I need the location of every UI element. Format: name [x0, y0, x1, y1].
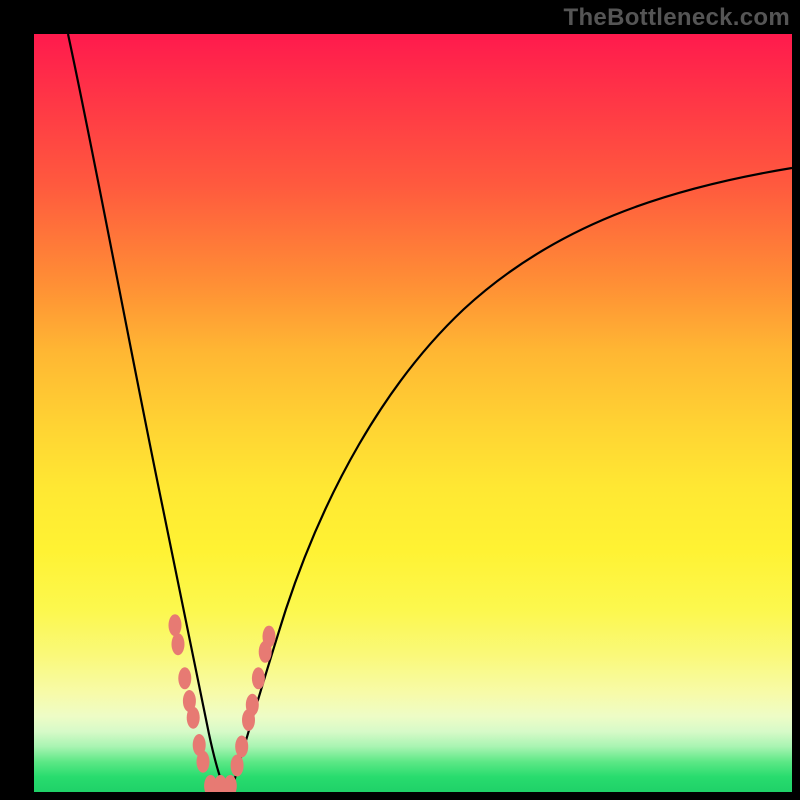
left-branch-curve	[68, 34, 226, 792]
data-marker	[252, 667, 265, 689]
chart-frame: TheBottleneck.com	[0, 0, 800, 800]
data-marker	[187, 707, 200, 729]
marker-group	[169, 614, 276, 792]
data-marker	[246, 694, 259, 716]
data-marker	[197, 751, 210, 773]
plot-area	[34, 34, 792, 792]
data-marker	[178, 667, 191, 689]
data-marker	[263, 626, 276, 648]
watermark-text: TheBottleneck.com	[564, 4, 790, 32]
data-marker	[172, 633, 185, 655]
right-branch-curve	[231, 168, 792, 792]
data-marker	[235, 736, 248, 758]
curve-layer	[34, 34, 792, 792]
data-marker	[169, 614, 182, 636]
data-marker	[231, 755, 244, 777]
